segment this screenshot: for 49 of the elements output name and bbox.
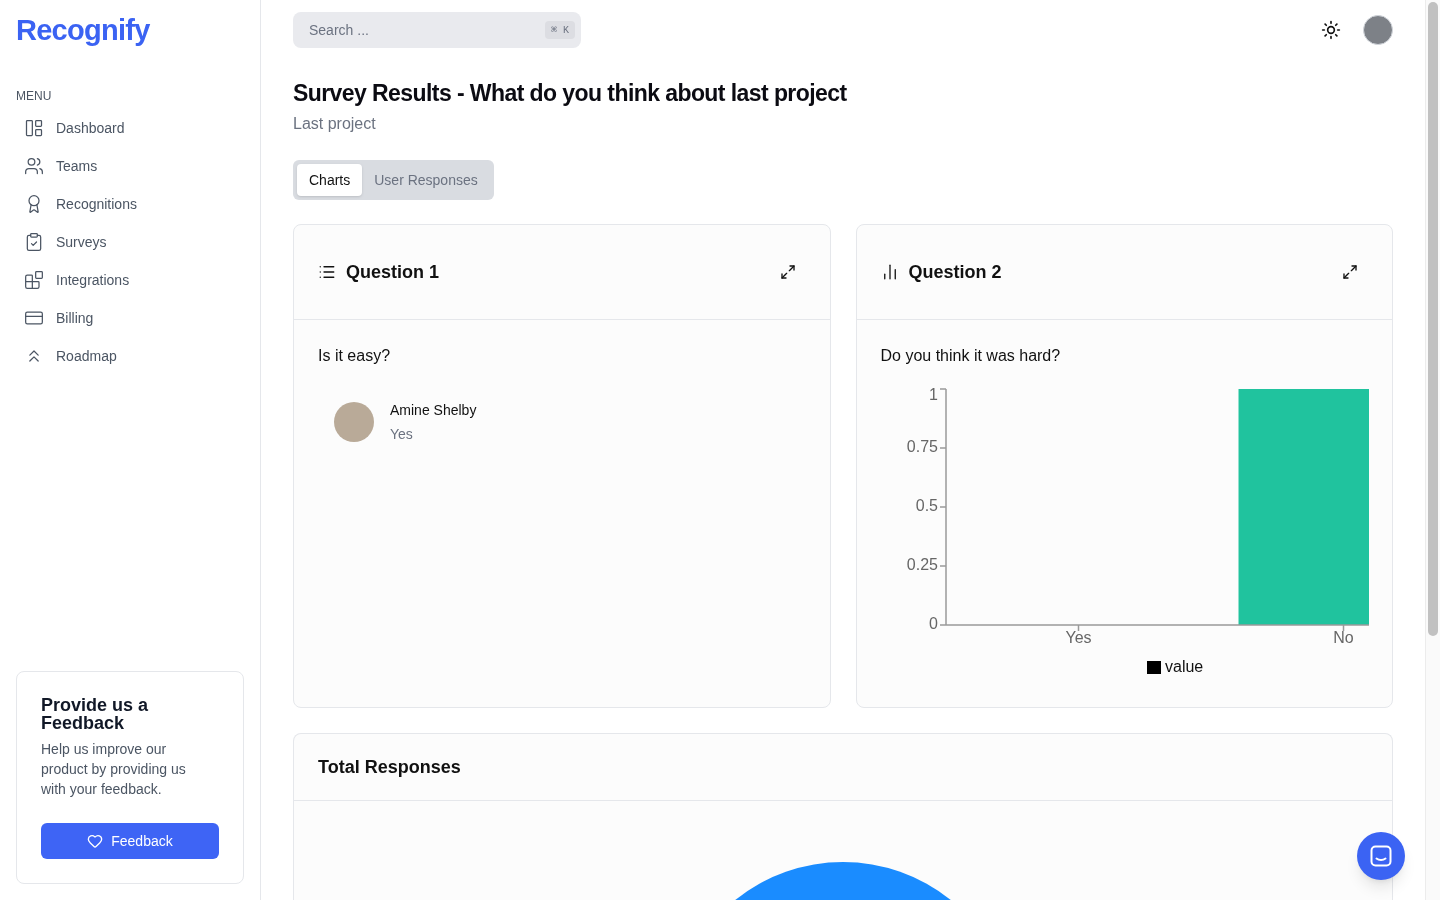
sidebar-item[interactable]: Dashboard <box>16 109 244 147</box>
shortcut-key: ⌘ K <box>544 21 575 39</box>
tab[interactable]: User Responses <box>362 164 490 196</box>
sun-icon <box>1321 20 1341 40</box>
question-title: Question 2 <box>908 261 1002 284</box>
expand-icon <box>1342 264 1358 280</box>
theme-toggle-button[interactable] <box>1319 18 1343 42</box>
feedback-button[interactable]: Feedback <box>41 823 219 859</box>
page-subtitle: Last project <box>293 114 376 134</box>
page-title: Survey Results - What do you think about last project <box>293 79 847 108</box>
feedback-title: Provide us a Feedback <box>41 696 150 732</box>
card-title: Total Responses <box>318 756 461 779</box>
respondent-name: Amine Shelby <box>390 401 477 420</box>
legend-label: value <box>1164 658 1203 676</box>
y-tick-label: 0.75 <box>906 438 938 456</box>
question-text: Is it easy? <box>318 346 392 366</box>
y-tick-label: 0 <box>928 615 938 633</box>
logo: Recognify <box>16 13 150 48</box>
sidebar-item[interactable]: Billing <box>16 299 244 337</box>
feedback-description: Help us improve our product by providing us with your feedback. <box>41 740 187 799</box>
y-tick-label: 1 <box>928 386 938 404</box>
scrollbar-thumb[interactable] <box>1428 2 1438 636</box>
avatar[interactable] <box>1363 15 1393 45</box>
scrollbar[interactable] <box>1425 0 1440 900</box>
clipboard-check-icon <box>24 232 44 252</box>
question-text: Do you think it was hard? <box>880 346 1062 366</box>
sidebar-item[interactable]: Teams <box>16 147 244 185</box>
legend-swatch-icon <box>1146 661 1161 674</box>
y-tick-label: 0.25 <box>906 556 938 574</box>
avatar <box>334 402 374 442</box>
sidebar-item[interactable]: Recognitions <box>16 185 244 223</box>
y-tick-label: 0.5 <box>915 497 938 515</box>
response-answer: Yes <box>390 425 414 444</box>
sidebar-item[interactable]: Surveys <box>16 223 244 261</box>
x-tick-label: Yes <box>1064 629 1092 647</box>
x-tick-label: No <box>1332 629 1354 647</box>
question-title: Question 1 <box>346 261 439 284</box>
sidebar-item[interactable]: Integrations <box>16 261 244 299</box>
users-icon <box>24 156 44 176</box>
blocks-icon <box>24 270 44 290</box>
list-icon <box>318 263 336 281</box>
heart-icon <box>87 833 104 849</box>
sidebar-item[interactable]: Roadmap <box>16 337 244 375</box>
layout-icon <box>24 118 44 138</box>
expand-icon <box>779 264 796 280</box>
chat-button[interactable] <box>1357 832 1405 880</box>
menu-heading: MENU <box>16 88 52 104</box>
tab[interactable]: Charts <box>297 164 363 196</box>
chat-icon <box>1370 845 1392 867</box>
